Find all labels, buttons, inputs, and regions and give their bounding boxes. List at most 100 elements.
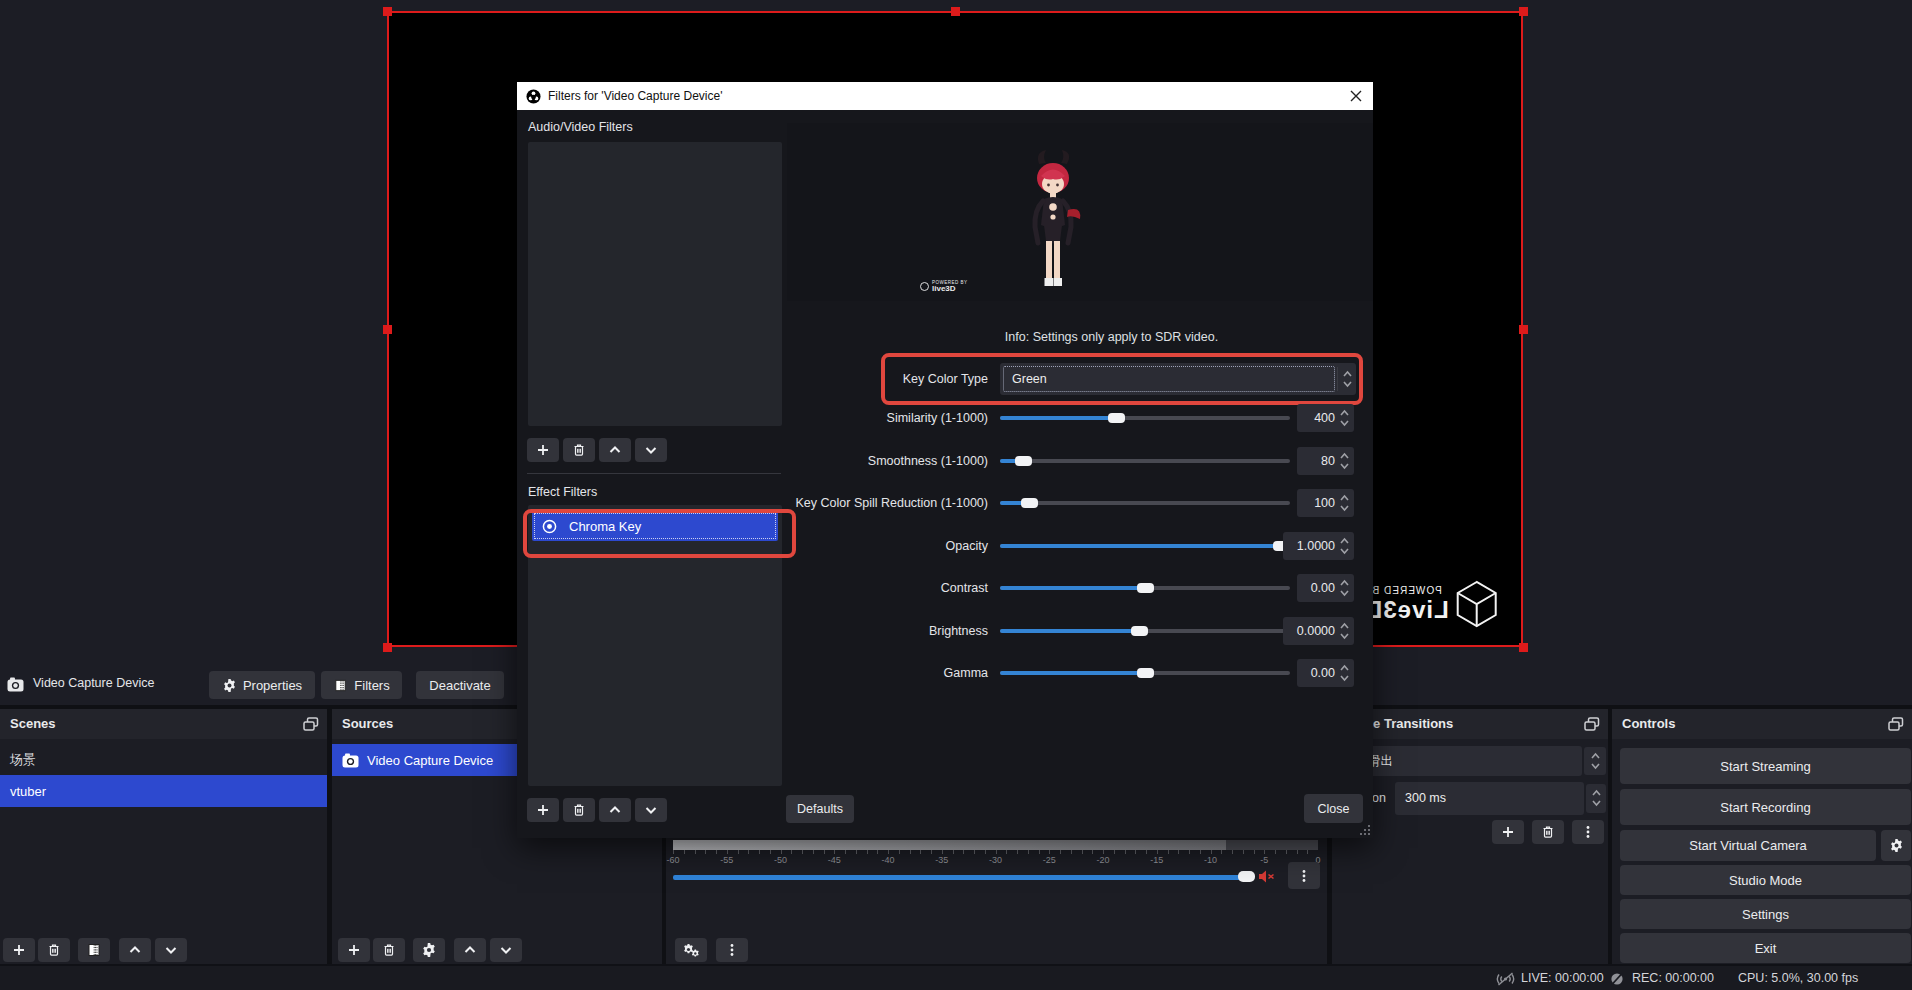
meter-tick-label: -5 <box>1252 855 1276 865</box>
record-status-icon <box>1610 972 1624 986</box>
move-effect-filter-down-button[interactable] <box>635 798 667 822</box>
slider-label: Smoothness (1-1000) <box>790 447 988 475</box>
slider-track[interactable] <box>1000 501 1290 505</box>
controls-panel-header: Controls <box>1612 709 1912 739</box>
duration-arrows[interactable] <box>1586 784 1606 813</box>
slider-value-input[interactable]: 100 <box>1297 489 1354 517</box>
meter-tick-label: -20 <box>1091 855 1115 865</box>
mixer-menu-button[interactable] <box>716 938 748 962</box>
selection-handle[interactable] <box>951 7 960 16</box>
start-streaming-button[interactable]: Start Streaming <box>1620 748 1911 784</box>
slider-track[interactable] <box>1000 629 1290 633</box>
move-source-down-button[interactable] <box>490 938 522 962</box>
meter-ticks <box>673 850 1318 854</box>
mixer-options-button[interactable] <box>1288 862 1320 889</box>
chroma-key-highlight <box>523 509 796 558</box>
transition-menu-button[interactable] <box>1572 820 1604 844</box>
deactivate-button[interactable]: Deactivate <box>416 671 504 699</box>
slider-value-input[interactable]: 1.0000 <box>1283 532 1354 560</box>
move-source-up-button[interactable] <box>454 938 486 962</box>
slider-handle[interactable] <box>1021 498 1038 508</box>
slider-label: Gamma <box>790 659 988 687</box>
volume-slider[interactable] <box>673 875 1243 880</box>
move-scene-down-button[interactable] <box>155 938 187 962</box>
vtuber-character <box>1021 150 1085 298</box>
defaults-button[interactable]: Defaults <box>786 795 854 823</box>
start-virtual-camera-button[interactable]: Start Virtual Camera <box>1620 830 1876 861</box>
live3d-cube-icon <box>1455 579 1499 629</box>
add-effect-filter-button[interactable] <box>527 798 559 822</box>
selection-handle[interactable] <box>383 7 392 16</box>
selected-source-label: Video Capture Device <box>33 676 154 690</box>
slider-handle[interactable] <box>1137 668 1154 678</box>
advanced-audio-button[interactable] <box>675 938 707 962</box>
mute-icon[interactable] <box>1258 869 1276 884</box>
add-transition-button[interactable] <box>1492 820 1524 844</box>
dialog-close-button-bottom[interactable]: Close <box>1304 794 1363 823</box>
add-scene-button[interactable] <box>3 938 35 962</box>
resize-grip[interactable] <box>1359 824 1371 836</box>
slider-value-input[interactable]: 400 <box>1297 404 1354 432</box>
filter-icon <box>333 678 348 693</box>
gear-icon <box>222 678 237 693</box>
slider-value-input[interactable]: 0.00 <box>1297 659 1354 687</box>
remove-av-filter-button[interactable] <box>563 438 595 462</box>
move-av-filter-down-button[interactable] <box>635 438 667 462</box>
slider-track[interactable] <box>1000 544 1290 548</box>
slider-handle[interactable] <box>1137 583 1154 593</box>
slider-track[interactable] <box>1000 459 1290 463</box>
popout-icon[interactable] <box>1584 717 1600 731</box>
transition-select[interactable]: 滑出 <box>1340 746 1582 776</box>
move-scene-up-button[interactable] <box>119 938 151 962</box>
av-filters-label: Audio/Video Filters <box>528 120 633 134</box>
selection-handle[interactable] <box>1519 325 1528 334</box>
source-properties-button[interactable] <box>413 938 445 962</box>
dialog-titlebar[interactable]: Filters for 'Video Capture Device' <box>517 82 1373 110</box>
move-av-filter-up-button[interactable] <box>599 438 631 462</box>
slider-handle[interactable] <box>1015 456 1032 466</box>
slider-value-input[interactable]: 0.0000 <box>1283 617 1354 645</box>
selection-handle[interactable] <box>383 325 392 334</box>
camera-icon <box>342 753 359 768</box>
slider-track[interactable] <box>1000 671 1290 675</box>
remove-effect-filter-button[interactable] <box>563 798 595 822</box>
meter-tick-label: -30 <box>984 855 1008 865</box>
exit-button[interactable]: Exit <box>1620 933 1911 963</box>
virtual-camera-config-button[interactable] <box>1881 830 1911 861</box>
slider-value-input[interactable]: 0.00 <box>1297 574 1354 602</box>
popout-icon[interactable] <box>303 717 319 731</box>
scene-filters-button[interactable] <box>78 938 110 962</box>
slider-handle[interactable] <box>1108 413 1125 423</box>
av-filters-list[interactable] <box>528 142 782 426</box>
remove-transition-button[interactable] <box>1532 820 1564 844</box>
filters-button[interactable]: Filters <box>321 671 402 699</box>
meter-tick-label: -10 <box>1199 855 1223 865</box>
effect-filters-label: Effect Filters <box>528 485 597 499</box>
key-color-type-highlight <box>881 353 1363 405</box>
add-source-button[interactable] <box>338 938 370 962</box>
slider-track[interactable] <box>1000 586 1290 590</box>
meter-tick-label: -15 <box>1145 855 1169 865</box>
selection-handle[interactable] <box>1519 7 1528 16</box>
scenes-title: Scenes <box>10 716 56 731</box>
remove-scene-button[interactable] <box>38 938 70 962</box>
remove-source-button[interactable] <box>373 938 405 962</box>
settings-button[interactable]: Settings <box>1620 899 1911 929</box>
transition-select-arrows[interactable] <box>1584 747 1606 775</box>
slider-track[interactable] <box>1000 416 1290 420</box>
add-av-filter-button[interactable] <box>527 438 559 462</box>
start-recording-button[interactable]: Start Recording <box>1620 789 1911 825</box>
move-effect-filter-up-button[interactable] <box>599 798 631 822</box>
volume-slider-handle[interactable] <box>1238 871 1255 882</box>
properties-button[interactable]: Properties <box>209 671 315 699</box>
studio-mode-button[interactable]: Studio Mode <box>1620 865 1911 895</box>
transition-duration-input[interactable]: 300 ms <box>1395 782 1584 815</box>
preview-watermark: POWERED BY live3D <box>920 280 968 293</box>
scene-list-item[interactable]: 场景 <box>0 744 327 775</box>
meter-tick-label: -60 <box>661 855 685 865</box>
dialog-close-button[interactable] <box>1349 89 1363 103</box>
slider-value-input[interactable]: 80 <box>1297 447 1354 475</box>
scene-list-item[interactable]: vtuber <box>0 775 327 807</box>
slider-handle[interactable] <box>1131 626 1148 636</box>
popout-icon[interactable] <box>1888 717 1904 731</box>
